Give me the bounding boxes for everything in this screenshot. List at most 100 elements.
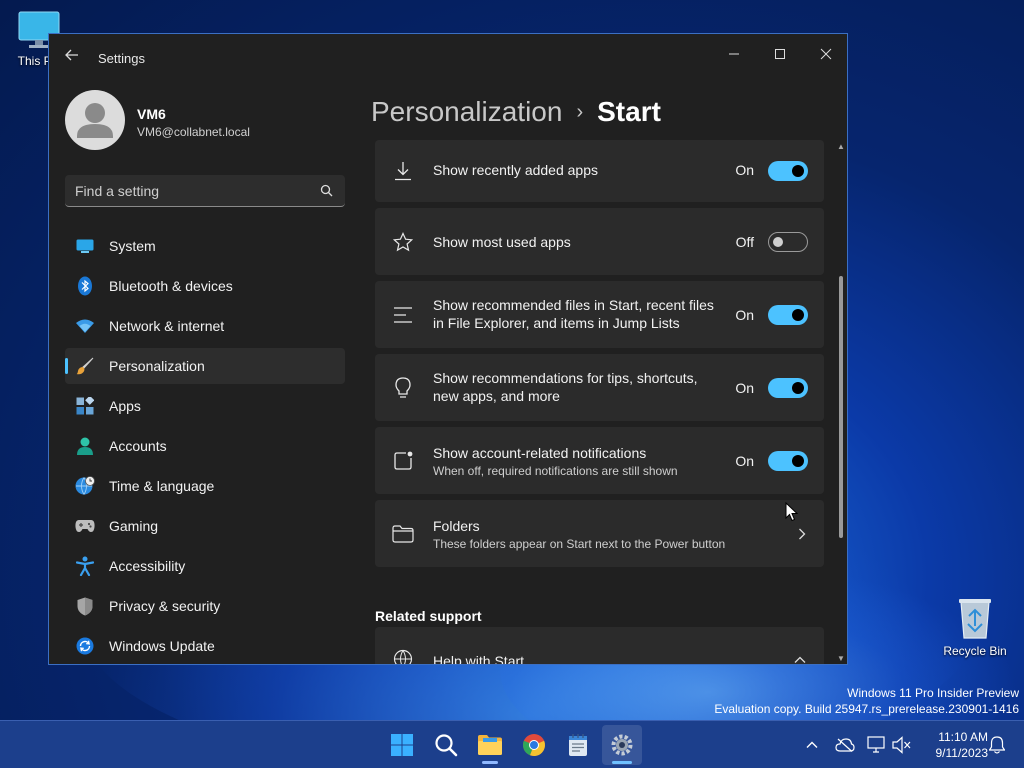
toggle-switch[interactable] <box>768 451 808 471</box>
avatar[interactable] <box>65 90 125 150</box>
profile-name: VM6 <box>137 106 166 122</box>
support-help-with-start[interactable]: Help with Start <box>375 627 824 664</box>
notification-icon <box>394 451 413 470</box>
toggle-switch[interactable] <box>768 305 808 325</box>
sidebar-item-label: Time & language <box>109 478 215 494</box>
toggle-switch[interactable] <box>768 161 808 181</box>
setting-account-notifications[interactable]: Show account-related notifications When … <box>375 427 824 494</box>
profile-email: VM6@collabnet.local <box>137 125 250 139</box>
back-button[interactable] <box>61 48 83 68</box>
globe-icon <box>393 649 413 664</box>
toggle-switch[interactable] <box>768 378 808 398</box>
content-scrollbar[interactable]: ▲ ▼ <box>837 142 845 664</box>
cloud-offline-icon <box>835 738 855 752</box>
toggle-switch[interactable] <box>768 232 808 252</box>
tray-network[interactable] <box>865 733 889 757</box>
notepad-icon <box>569 734 587 756</box>
system-clock[interactable]: 11:10 AM 9/11/2023 <box>918 729 989 761</box>
clock-date: 9/11/2023 <box>935 746 989 760</box>
setting-title: Show recently added apps <box>433 162 598 178</box>
setting-title: Show recommendations for tips, shortcuts… <box>433 370 698 404</box>
settings-content: Show recently added apps On Show most us… <box>375 140 825 664</box>
network-monitor-icon <box>867 736 885 753</box>
setting-title: Folders <box>433 518 480 534</box>
sidebar-item-network[interactable]: Network & internet <box>65 308 345 344</box>
breadcrumb: Personalization › Start <box>371 92 661 132</box>
system-icon <box>76 239 94 253</box>
sidebar-item-time-language[interactable]: Time & language <box>65 468 345 504</box>
page-title: Start <box>597 96 661 127</box>
settings-icon <box>611 734 633 756</box>
tray-overflow-button[interactable] <box>800 733 824 757</box>
sidebar-item-windows-update[interactable]: Windows Update <box>65 628 345 664</box>
toggle-state-label: On <box>735 380 754 396</box>
minimize-button[interactable] <box>711 40 757 70</box>
taskbar: 11:10 AM 9/11/2023 <box>0 720 1024 768</box>
maximize-button[interactable] <box>757 40 803 70</box>
close-icon <box>820 48 832 60</box>
brush-icon <box>76 357 94 375</box>
toggle-state-label: On <box>735 162 754 178</box>
taskbar-file-explorer[interactable] <box>470 725 510 765</box>
setting-recommendations-tips[interactable]: Show recommendations for tips, shortcuts… <box>375 354 824 421</box>
running-indicator <box>612 761 632 764</box>
desktop-icon-recycle-bin[interactable]: Recycle Bin <box>940 596 1010 658</box>
toggle-state-label: On <box>735 453 754 469</box>
back-arrow-icon <box>65 49 78 61</box>
sidebar-item-label: Windows Update <box>109 638 215 654</box>
running-indicator <box>482 761 498 764</box>
setting-folders[interactable]: Folders These folders appear on Start ne… <box>375 500 824 567</box>
notification-center-button[interactable] <box>985 733 1009 757</box>
start-button[interactable] <box>382 725 422 765</box>
lightbulb-icon <box>395 377 411 398</box>
desktop-icon-label: Recycle Bin <box>943 644 1007 658</box>
breadcrumb-parent[interactable]: Personalization <box>371 96 562 128</box>
gamepad-icon <box>75 520 95 532</box>
star-icon <box>393 232 413 252</box>
sidebar-item-privacy[interactable]: Privacy & security <box>65 588 345 624</box>
chevron-up-icon[interactable] <box>794 656 806 664</box>
setting-most-used-apps[interactable]: Show most used apps Off <box>375 208 824 275</box>
wifi-icon <box>76 319 94 333</box>
title-bar[interactable]: Settings <box>49 34 847 82</box>
taskbar-settings[interactable] <box>602 725 642 765</box>
maximize-icon <box>775 49 785 59</box>
search-input[interactable] <box>75 175 305 206</box>
scroll-down-arrow-icon[interactable]: ▼ <box>837 654 845 664</box>
toggle-state-label: Off <box>735 234 754 250</box>
sidebar-item-bluetooth[interactable]: Bluetooth & devices <box>65 268 345 304</box>
setting-recommended-files[interactable]: Show recommended files in Start, recent … <box>375 281 824 348</box>
update-icon <box>76 637 94 655</box>
sidebar-item-label: Bluetooth & devices <box>109 278 233 294</box>
start-icon <box>391 734 413 756</box>
search-icon[interactable] <box>320 184 333 197</box>
user-silhouette-icon <box>77 103 113 138</box>
close-button[interactable] <box>803 40 847 70</box>
sidebar-item-accounts[interactable]: Accounts <box>65 428 345 464</box>
settings-window: Settings VM6 VM6@collabnet.local System … <box>48 33 848 665</box>
sidebar-item-apps[interactable]: Apps <box>65 388 345 424</box>
chevron-up-icon <box>806 741 818 748</box>
sidebar-item-label: Personalization <box>109 358 205 374</box>
setting-title: Show most used apps <box>433 234 571 250</box>
sidebar-item-label: Accessibility <box>109 558 186 574</box>
sidebar-item-accessibility[interactable]: Accessibility <box>65 548 345 584</box>
tray-onedrive[interactable] <box>833 733 857 757</box>
taskbar-search-button[interactable] <box>426 725 466 765</box>
search-box[interactable] <box>65 175 345 207</box>
sidebar-item-personalization[interactable]: Personalization <box>65 348 345 384</box>
setting-recently-added-apps[interactable]: Show recently added apps On <box>375 140 824 202</box>
setting-subtitle: When off, required notifications are sti… <box>433 464 678 478</box>
sidebar-item-system[interactable]: System <box>65 228 345 264</box>
taskbar-chrome[interactable] <box>514 725 554 765</box>
tray-volume[interactable] <box>890 733 914 757</box>
taskbar-notepad[interactable] <box>558 725 598 765</box>
sidebar-item-gaming[interactable]: Gaming <box>65 508 345 544</box>
mouse-cursor-icon <box>785 502 799 522</box>
file-explorer-icon <box>478 735 502 755</box>
scroll-up-arrow-icon[interactable]: ▲ <box>837 142 845 152</box>
setting-title: Show recommended files in Start, recent … <box>433 297 714 331</box>
sidebar-item-label: Accounts <box>109 438 167 454</box>
scroll-thumb[interactable] <box>839 276 843 538</box>
evaluation-watermark: Windows 11 Pro Insider Preview Evaluatio… <box>714 685 1019 717</box>
